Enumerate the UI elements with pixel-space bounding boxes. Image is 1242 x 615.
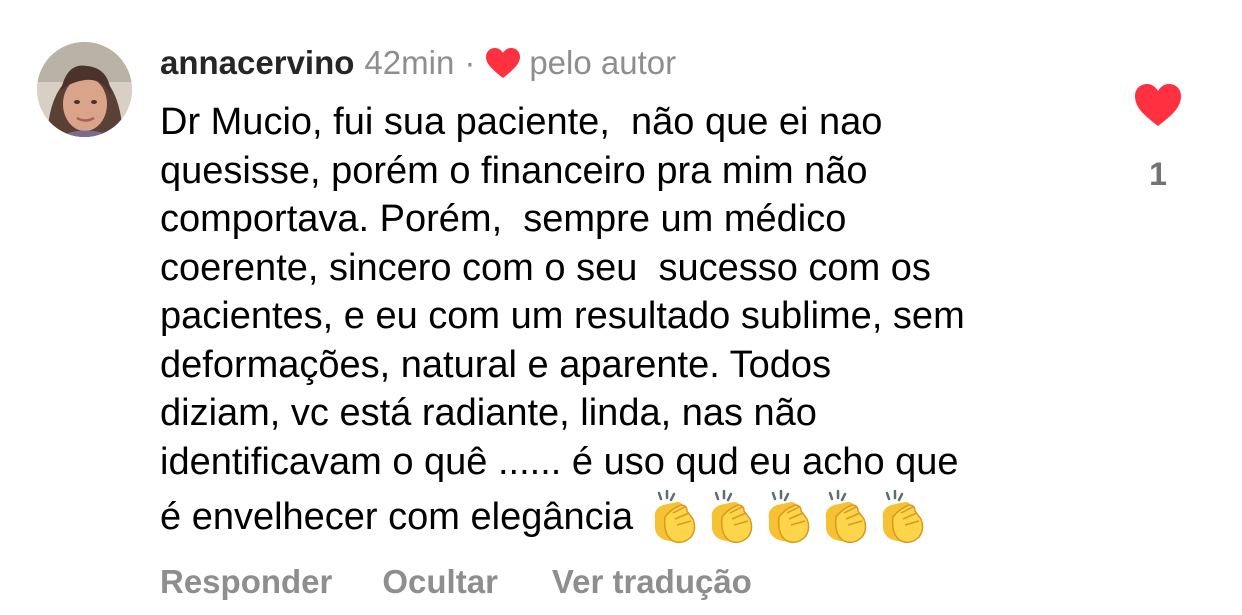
comment-line: diziam, vc está radiante, linda, nas não bbox=[160, 392, 817, 434]
clapping-hands-icon bbox=[654, 489, 696, 544]
comment-text: Dr Mucio, fui sua paciente, não que ei n… bbox=[160, 98, 1090, 550]
separator-dot: · bbox=[464, 44, 476, 81]
reply-button[interactable]: Responder bbox=[160, 563, 332, 601]
comment-line: deformações, natural e aparente. Todos bbox=[160, 343, 832, 386]
comment-time: 42min bbox=[364, 44, 455, 81]
clapping-hands-icon bbox=[882, 489, 924, 544]
comment-line: pacientes, e eu com um resultado sublime… bbox=[160, 295, 965, 337]
comment-line: comportava. Porém, sempre um médico bbox=[160, 198, 847, 240]
liked-by-author-label: pelo autor bbox=[529, 44, 677, 81]
translate-button[interactable]: Ver tradução bbox=[552, 563, 752, 601]
clapping-hands-icon bbox=[711, 489, 753, 544]
comment-line: quesisse, porém o financeiro pra mim não bbox=[160, 149, 868, 192]
comment-last-line: é envelhecer com elegância bbox=[160, 484, 1090, 550]
heart-icon[interactable] bbox=[1133, 82, 1183, 128]
comment-line: é envelhecer com elegância bbox=[160, 495, 634, 538]
emoji-row bbox=[647, 489, 932, 545]
like-count: 1 bbox=[1149, 156, 1167, 192]
comment-header: annacervino 42min · pelo autor bbox=[160, 40, 676, 86]
clapping-hands-icon bbox=[768, 489, 810, 544]
comment-line: Dr Mucio, fui sua paciente, não que ei n… bbox=[160, 101, 883, 143]
comment-line: identificavam o quê ...... é uso qud eu … bbox=[160, 440, 959, 483]
clapping-hands-icon bbox=[825, 489, 867, 544]
username[interactable]: annacervino bbox=[160, 44, 354, 82]
comment-actions: Responder Ocultar Ver tradução bbox=[160, 560, 752, 604]
hide-button[interactable]: Ocultar bbox=[382, 563, 498, 601]
heart-icon bbox=[486, 48, 521, 78]
comment-line: coerente, sincero com o seu sucesso com … bbox=[160, 246, 931, 289]
avatar[interactable] bbox=[37, 42, 132, 137]
avatar-photo bbox=[37, 42, 132, 137]
